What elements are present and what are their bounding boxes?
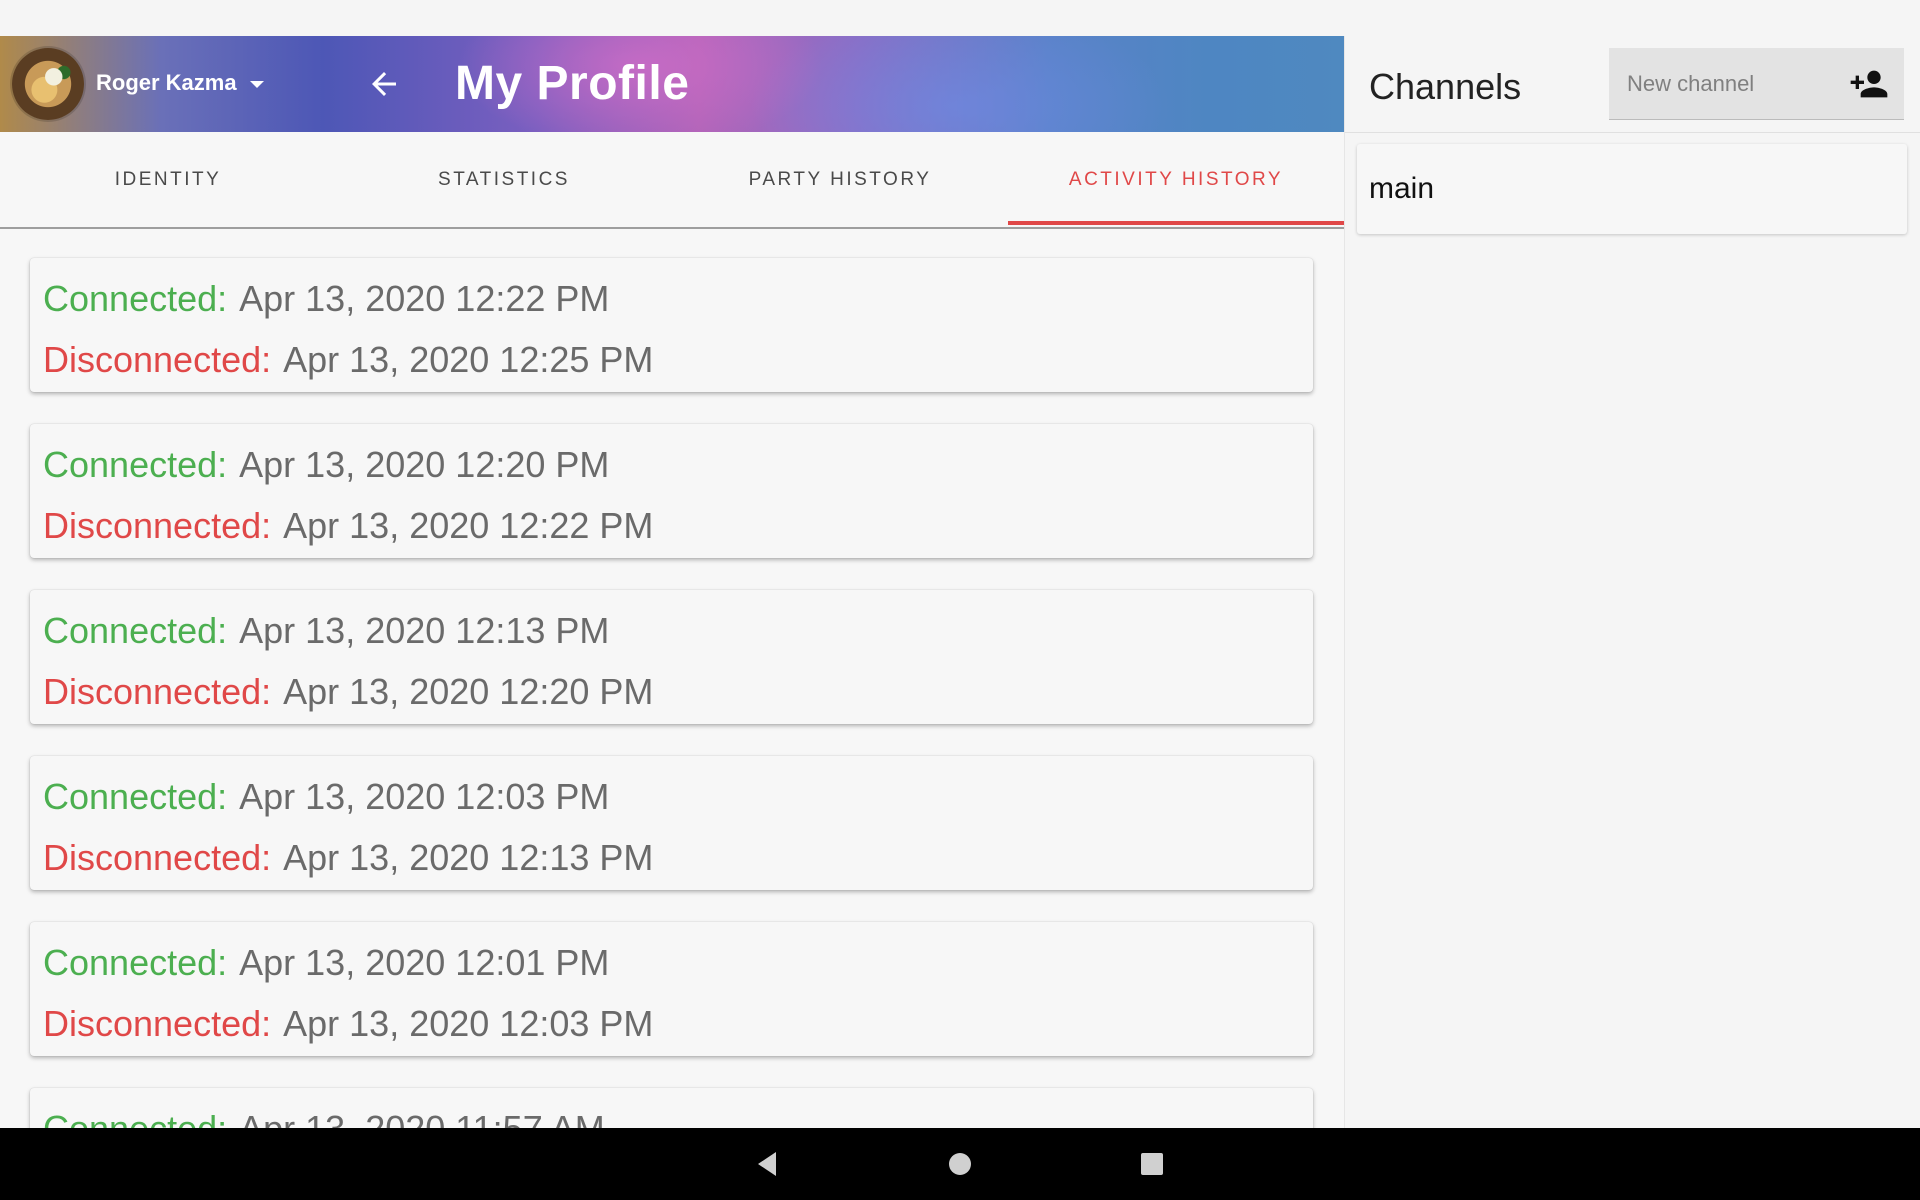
page-title: My Profile — [455, 57, 690, 110]
active-tab-indicator — [1008, 221, 1344, 225]
activity-card: Connected: Apr 13, 2020 12:03 PM Disconne… — [30, 756, 1313, 890]
connected-time: Apr 13, 2020 12:03 PM — [239, 776, 610, 817]
disconnected-label: Disconnected: — [43, 671, 272, 712]
tab-identity[interactable]: IDENTITY — [0, 132, 336, 227]
nav-back-button[interactable] — [750, 1146, 786, 1182]
connected-label: Connected: — [43, 278, 228, 319]
nav-home-icon — [949, 1153, 971, 1175]
activity-card: Connected: Apr 13, 2020 12:22 PM Disconne… — [30, 258, 1313, 392]
connected-time: Apr 13, 2020 12:01 PM — [239, 942, 610, 983]
channels-header: Channels — [1345, 36, 1920, 133]
disconnected-label: Disconnected: — [43, 339, 272, 380]
disconnected-time: Apr 13, 2020 12:20 PM — [283, 671, 654, 712]
nav-recents-icon — [1141, 1153, 1163, 1175]
caret-down-icon[interactable] — [250, 81, 264, 88]
person-add-icon — [1850, 70, 1888, 98]
activity-card: Connected: Apr 13, 2020 12:13 PM Disconne… — [30, 590, 1313, 724]
system-nav-bar — [0, 1128, 1920, 1200]
connected-time: Apr 13, 2020 11:57 AM — [239, 1108, 605, 1128]
disconnected-label: Disconnected: — [43, 505, 272, 546]
nav-recents-button[interactable] — [1134, 1146, 1170, 1182]
add-channel-button[interactable] — [1849, 64, 1889, 104]
connected-time: Apr 13, 2020 12:20 PM — [239, 444, 610, 485]
tab-bar: IDENTITY STATISTICS PARTY HISTORY ACTIVI… — [0, 132, 1344, 229]
disconnected-time: Apr 13, 2020 12:13 PM — [283, 837, 654, 878]
connected-time: Apr 13, 2020 12:13 PM — [239, 610, 610, 651]
channels-panel: Channels main — [1344, 36, 1920, 1128]
channel-label: main — [1369, 172, 1435, 205]
status-bar — [0, 0, 1920, 36]
connected-label: Connected: — [43, 1108, 227, 1128]
activity-card: Connected: Apr 13, 2020 12:01 PM Disconne… — [30, 922, 1313, 1056]
connected-label: Connected: — [43, 776, 228, 817]
avatar[interactable] — [12, 48, 84, 120]
tab-party-history[interactable]: PARTY HISTORY — [672, 132, 1008, 227]
tab-activity-history[interactable]: ACTIVITY HISTORY — [1008, 132, 1344, 227]
connected-label: Connected: — [43, 444, 228, 485]
tab-statistics[interactable]: STATISTICS — [336, 132, 672, 227]
channels-title: Channels — [1369, 66, 1522, 107]
connected-label: Connected: — [43, 610, 228, 651]
user-name[interactable]: Roger Kazma — [96, 70, 237, 96]
disconnected-time: Apr 13, 2020 12:22 PM — [283, 505, 654, 546]
activity-card: Connected: Apr 13, 2020 11:57 AM — [30, 1088, 1313, 1128]
channel-item[interactable]: main — [1357, 144, 1907, 234]
nav-home-button[interactable] — [942, 1146, 978, 1182]
disconnected-label: Disconnected: — [43, 837, 272, 878]
nav-back-icon — [758, 1152, 776, 1176]
back-button[interactable] — [366, 66, 402, 102]
disconnected-time: Apr 13, 2020 12:25 PM — [283, 339, 654, 380]
profile-header: Roger Kazma My Profile — [0, 36, 1344, 132]
disconnected-label: Disconnected: — [43, 1003, 272, 1044]
profile-panel: Roger Kazma My Profile IDENTITY STATISTI… — [0, 36, 1344, 1128]
arrow-left-icon — [372, 72, 396, 96]
connected-time: Apr 13, 2020 12:22 PM — [239, 278, 610, 319]
activity-card: Connected: Apr 13, 2020 12:20 PM Disconne… — [30, 424, 1313, 558]
disconnected-time: Apr 13, 2020 12:03 PM — [283, 1003, 654, 1044]
connected-label: Connected: — [43, 942, 228, 983]
